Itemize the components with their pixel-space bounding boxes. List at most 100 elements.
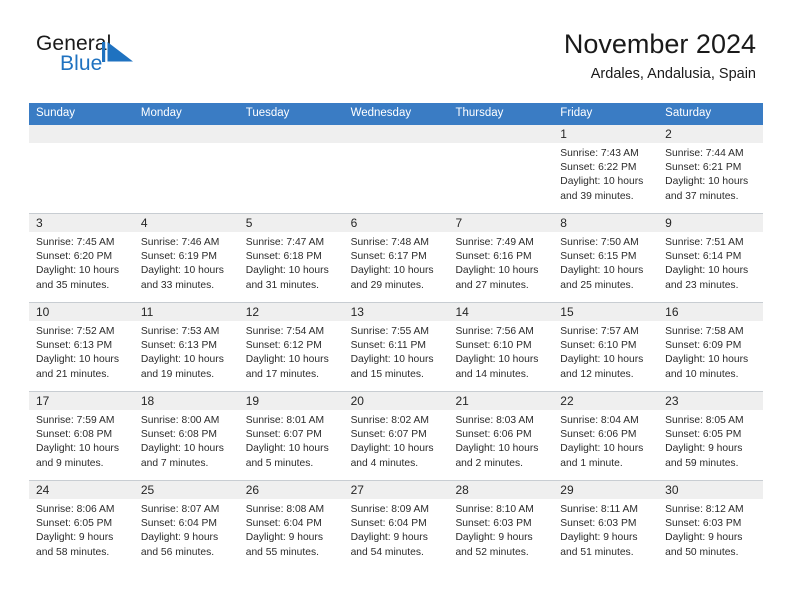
day-details: Sunrise: 7:52 AM Sunset: 6:13 PM Daylight:… — [29, 321, 134, 382]
calendar-week-row: 24 Sunrise: 8:06 AM Sunset: 6:05 PM Dayligh… — [29, 480, 764, 569]
daylight-text-line2: and 14 minutes. — [455, 368, 529, 380]
daylight-text-line1: Daylight: 10 hours — [140, 354, 224, 366]
page-title: November 2024 — [563, 29, 756, 59]
day-details: Sunrise: 8:03 AM Sunset: 6:06 PM Daylight:… — [448, 410, 553, 471]
calendar-day-cell[interactable]: 24 Sunrise: 8:06 AM Sunset: 6:05 PM Dayligh… — [29, 481, 134, 569]
weekday-header-saturday: Saturday — [665, 107, 712, 119]
calendar-day-cell[interactable]: 7 Sunrise: 7:49 AM Sunset: 6:16 PM Daylight… — [448, 214, 554, 302]
calendar-day-cell[interactable]: 23 Sunrise: 8:05 AM Sunset: 6:05 PM Dayligh… — [658, 392, 764, 480]
calendar-day-cell[interactable]: 9 Sunrise: 7:51 AM Sunset: 6:14 PM Daylight… — [658, 214, 764, 302]
calendar-day-cell[interactable]: 4 Sunrise: 7:46 AM Sunset: 6:19 PM Daylight… — [133, 214, 239, 302]
sunset-text: Sunset: 6:08 PM — [36, 429, 113, 441]
calendar-week-row: 1 Sunrise: 7:43 AM Sunset: 6:22 PM Daylight… — [29, 124, 764, 213]
daylight-text-line2: and 52 minutes. — [455, 546, 529, 558]
sunset-text: Sunset: 6:11 PM — [350, 340, 426, 352]
calendar-day-cell-empty — [133, 125, 239, 213]
sunset-text: Sunset: 6:21 PM — [665, 162, 742, 174]
daylight-text-line2: and 58 minutes. — [36, 546, 110, 558]
day-number: 9 — [658, 214, 764, 232]
daylight-text-line2: and 31 minutes. — [245, 279, 319, 291]
daylight-text-line2: and 51 minutes. — [560, 546, 634, 558]
day-number — [29, 125, 134, 143]
sunrise-text: Sunrise: 7:50 AM — [560, 237, 639, 248]
daylight-text-line2: and 59 minutes. — [665, 457, 739, 469]
sunset-text: Sunset: 6:17 PM — [350, 251, 427, 263]
daylight-text-line1: Daylight: 10 hours — [350, 443, 434, 455]
day-details: Sunrise: 7:43 AM Sunset: 6:22 PM Daylight:… — [553, 143, 658, 204]
calendar-day-cell[interactable]: 16 Sunrise: 7:58 AM Sunset: 6:09 PM Dayligh… — [658, 303, 764, 391]
sunset-text: Sunset: 6:10 PM — [455, 340, 532, 352]
calendar-day-cell[interactable]: 25 Sunrise: 8:07 AM Sunset: 6:04 PM Dayligh… — [133, 481, 239, 569]
calendar-day-cell-empty — [343, 125, 449, 213]
calendar-day-cell[interactable]: 6 Sunrise: 7:48 AM Sunset: 6:17 PM Daylight… — [343, 214, 449, 302]
calendar-day-cell[interactable]: 1 Sunrise: 7:43 AM Sunset: 6:22 PM Daylight… — [553, 125, 659, 213]
calendar-day-cell[interactable]: 20 Sunrise: 8:02 AM Sunset: 6:07 PM Dayligh… — [343, 392, 449, 480]
day-details: Sunrise: 8:08 AM Sunset: 6:04 PM Daylight:… — [239, 499, 344, 560]
day-number: 11 — [133, 303, 239, 321]
calendar-day-cell[interactable]: 10 Sunrise: 7:52 AM Sunset: 6:13 PM Dayligh… — [29, 303, 134, 391]
daylight-text-line1: Daylight: 10 hours — [245, 443, 329, 455]
daylight-text-line2: and 35 minutes. — [36, 279, 110, 291]
sunrise-text: Sunrise: 8:01 AM — [245, 415, 325, 426]
calendar-day-cell[interactable]: 8 Sunrise: 7:50 AM Sunset: 6:15 PM Daylight… — [553, 214, 659, 302]
day-details: Sunrise: 7:47 AM Sunset: 6:18 PM Daylight:… — [239, 232, 344, 293]
calendar-day-cell[interactable]: 12 Sunrise: 7:54 AM Sunset: 6:12 PM Dayligh… — [238, 303, 344, 391]
calendar-day-cell[interactable]: 11 Sunrise: 7:53 AM Sunset: 6:13 PM Dayligh… — [133, 303, 239, 391]
sunrise-text: Sunrise: 7:48 AM — [350, 237, 429, 248]
day-number: 15 — [553, 303, 659, 321]
calendar-day-cell[interactable]: 26 Sunrise: 8:08 AM Sunset: 6:04 PM Dayligh… — [238, 481, 344, 569]
day-details: Sunrise: 8:09 AM Sunset: 6:04 PM Daylight:… — [344, 499, 449, 560]
day-number: 22 — [553, 392, 659, 410]
calendar-day-cell-empty — [29, 125, 134, 213]
page-header: General Blue November 2024 Ardales, Anda… — [0, 0, 792, 82]
sunset-text: Sunset: 6:15 PM — [560, 251, 637, 263]
daylight-text-line1: Daylight: 9 hours — [36, 532, 114, 544]
calendar-day-cell[interactable]: 3 Sunrise: 7:45 AM Sunset: 6:20 PM Daylight… — [29, 214, 134, 302]
daylight-text-line1: Daylight: 10 hours — [245, 265, 329, 277]
calendar-day-cell[interactable]: 30 Sunrise: 8:12 AM Sunset: 6:03 PM Dayligh… — [658, 481, 764, 569]
daylight-text-line2: and 5 minutes. — [245, 457, 314, 469]
daylight-text-line2: and 50 minutes. — [665, 546, 739, 558]
weekday-header-row: Sunday Monday Tuesday Wednesday Thursday… — [29, 103, 763, 124]
weekday-header-wednesday: Wednesday — [350, 107, 412, 119]
calendar-day-cell[interactable]: 28 Sunrise: 8:10 AM Sunset: 6:03 PM Dayligh… — [448, 481, 554, 569]
sunrise-text: Sunrise: 7:44 AM — [665, 148, 744, 159]
daylight-text-line2: and 17 minutes. — [245, 368, 319, 380]
calendar-day-cell[interactable]: 18 Sunrise: 8:00 AM Sunset: 6:08 PM Dayligh… — [133, 392, 239, 480]
weekday-header-friday: Friday — [560, 107, 593, 119]
sunset-text: Sunset: 6:05 PM — [36, 518, 113, 530]
calendar-day-cell[interactable]: 21 Sunrise: 8:03 AM Sunset: 6:06 PM Dayligh… — [448, 392, 554, 480]
day-details: Sunrise: 7:46 AM Sunset: 6:19 PM Daylight:… — [134, 232, 239, 293]
calendar-day-cell[interactable]: 22 Sunrise: 8:04 AM Sunset: 6:06 PM Dayligh… — [553, 392, 659, 480]
daylight-text-line2: and 25 minutes. — [560, 279, 634, 291]
daylight-text-line2: and 19 minutes. — [140, 368, 215, 380]
day-number: 19 — [238, 392, 344, 410]
calendar-day-cell[interactable]: 17 Sunrise: 7:59 AM Sunset: 6:08 PM Dayligh… — [29, 392, 134, 480]
day-details: Sunrise: 7:45 AM Sunset: 6:20 PM Daylight:… — [29, 232, 134, 293]
calendar-day-cell[interactable]: 27 Sunrise: 8:09 AM Sunset: 6:04 PM Dayligh… — [343, 481, 449, 569]
calendar-day-cell[interactable]: 29 Sunrise: 8:11 AM Sunset: 6:03 PM Dayligh… — [553, 481, 659, 569]
day-details: Sunrise: 7:48 AM Sunset: 6:17 PM Daylight:… — [344, 232, 449, 293]
sunset-text: Sunset: 6:12 PM — [245, 340, 322, 352]
calendar-day-cell[interactable]: 2 Sunrise: 7:44 AM Sunset: 6:21 PM Daylight… — [658, 125, 764, 213]
daylight-text-line2: and 55 minutes. — [245, 546, 319, 558]
calendar-day-cell[interactable]: 14 Sunrise: 7:56 AM Sunset: 6:10 PM Dayligh… — [448, 303, 554, 391]
daylight-text-line1: Daylight: 10 hours — [455, 265, 539, 277]
daylight-text-line1: Daylight: 10 hours — [36, 354, 119, 366]
day-details: Sunrise: 8:12 AM Sunset: 6:03 PM Daylight:… — [658, 499, 763, 560]
calendar-day-cell[interactable]: 19 Sunrise: 8:01 AM Sunset: 6:07 PM Dayligh… — [238, 392, 344, 480]
day-details: Sunrise: 7:49 AM Sunset: 6:16 PM Daylight:… — [448, 232, 553, 293]
daylight-text-line2: and 27 minutes. — [455, 279, 529, 291]
calendar-day-cell-empty — [448, 125, 554, 213]
day-number — [238, 125, 344, 143]
calendar-day-cell[interactable]: 13 Sunrise: 7:55 AM Sunset: 6:11 PM Dayligh… — [343, 303, 449, 391]
brand-logo[interactable]: General Blue — [36, 33, 133, 79]
daylight-text-line2: and 54 minutes. — [350, 546, 424, 558]
calendar-day-cell[interactable]: 15 Sunrise: 7:57 AM Sunset: 6:10 PM Dayligh… — [553, 303, 659, 391]
calendar-week-row: 17 Sunrise: 7:59 AM Sunset: 6:08 PM Dayligh… — [29, 391, 764, 480]
calendar-day-cell[interactable]: 5 Sunrise: 7:47 AM Sunset: 6:18 PM Daylight… — [238, 214, 344, 302]
sunrise-text: Sunrise: 7:51 AM — [665, 237, 744, 248]
daylight-text-line1: Daylight: 9 hours — [455, 532, 533, 544]
daylight-text-line1: Daylight: 10 hours — [665, 176, 749, 188]
daylight-text-line1: Daylight: 10 hours — [140, 265, 224, 277]
